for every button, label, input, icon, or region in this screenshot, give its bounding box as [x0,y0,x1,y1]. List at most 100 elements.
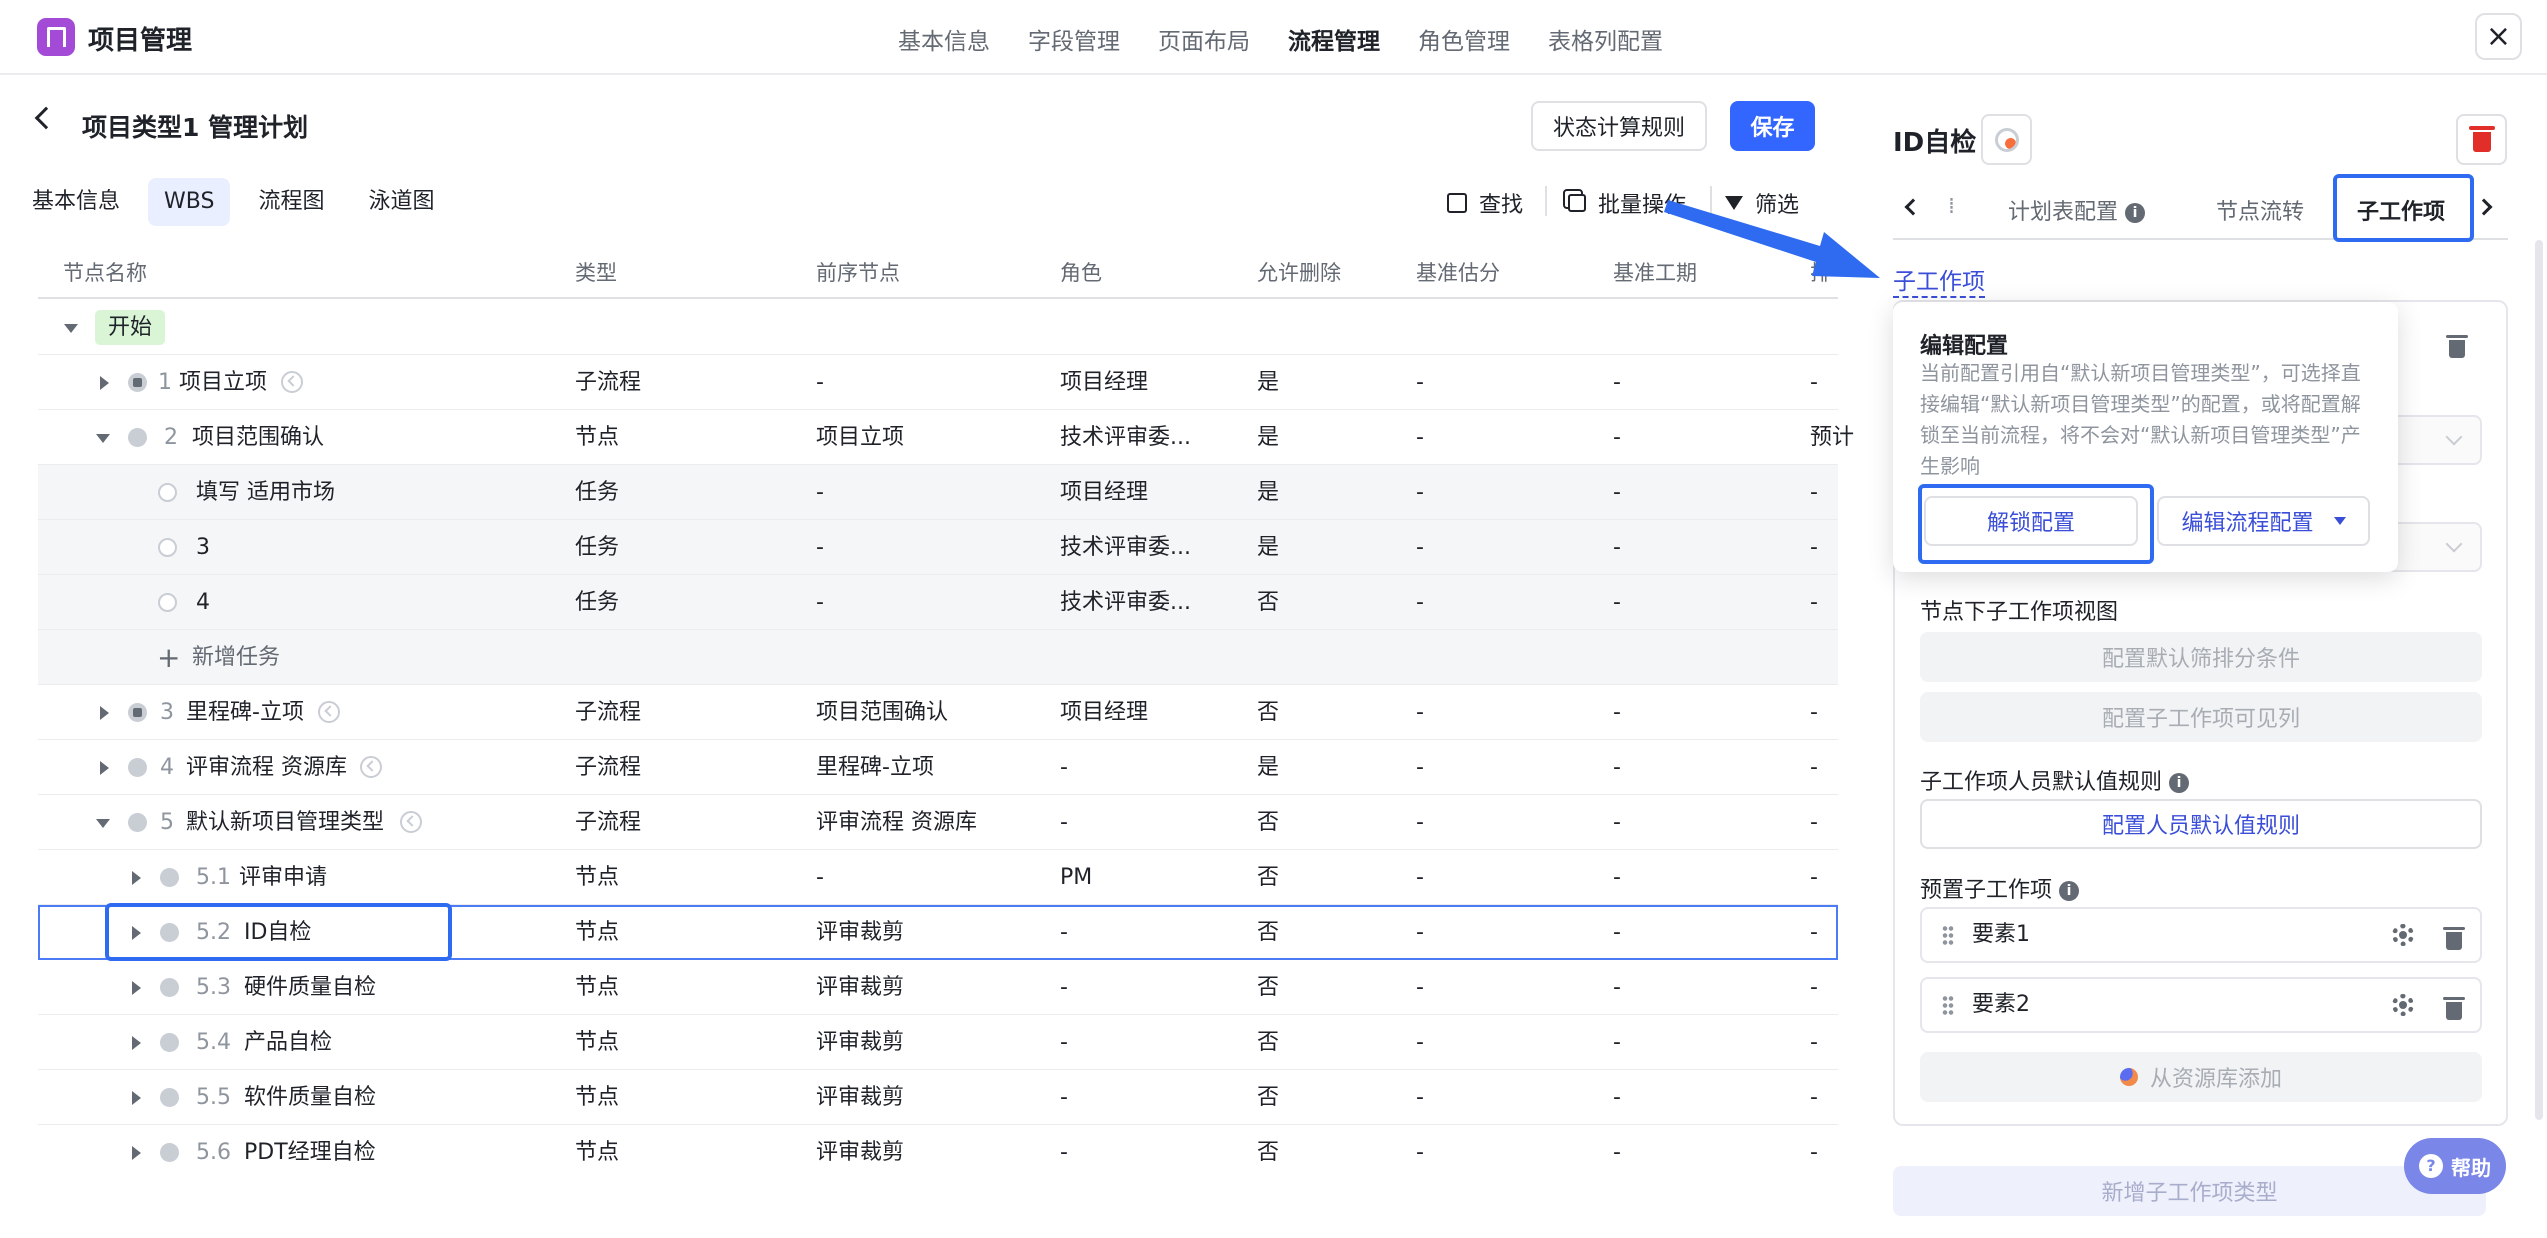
expand-caret-icon[interactable] [132,1146,141,1160]
column-node-name[interactable]: 节点名称 [63,247,147,299]
tab-swimlane[interactable]: 泳道图 [352,178,450,226]
expand-caret-icon[interactable] [100,376,109,390]
table-row-start[interactable]: 开始 [38,300,1838,355]
preset-item-label: 要素2 [1972,992,2030,1017]
table-row[interactable]: 1 项目立项 子流程 - 项目经理 是 - - - [38,355,1838,410]
cell-duration: - [1613,1140,1621,1165]
node-name[interactable]: 项目范围确认 [192,410,324,465]
node-name[interactable]: 评审申请 [239,850,327,905]
table-row[interactable]: 2 项目范围确认 节点 项目立项 技术评审委... 是 - - 预计 [38,410,1854,465]
expand-caret-icon[interactable] [100,706,109,720]
node-name[interactable]: 产品自检 [244,1015,332,1070]
node-name[interactable]: 评审流程 资源库 [186,740,347,795]
trash-icon[interactable] [2443,997,2465,1020]
node-name[interactable]: 默认新项目管理类型 [186,795,384,850]
tabs-next-icon[interactable] [2475,198,2493,216]
collapse-caret-icon[interactable] [64,324,78,333]
table-row[interactable]: 4 评审流程 资源库 子流程 里程碑-立项 - 是 - - - [38,740,1838,795]
tab-wbs[interactable]: WBS [148,178,231,226]
save-button[interactable]: 保存 [1730,101,1815,151]
batch-button[interactable]: 批量操作 [1568,187,1686,219]
edit-flow-config-button[interactable]: 编辑流程配置 [2157,496,2370,546]
cell-type: 任务 [575,590,620,615]
column-type[interactable]: 类型 [575,247,617,299]
new-sub-item-type-button[interactable]: 新增子工作项类型 [1893,1166,2486,1216]
node-name[interactable]: 里程碑-立项 [186,685,304,740]
table-row[interactable]: 5.4 产品自检 节点 评审裁剪 - 否 - - - [38,1015,1838,1070]
task-name[interactable]: 4 [196,575,210,630]
tab-flowchart[interactable]: 流程图 [242,178,340,226]
topnav-basic-info[interactable]: 基本信息 [898,22,990,56]
help-icon: ? [2419,1154,2443,1178]
node-name[interactable]: PDT经理自检 [244,1125,376,1180]
expand-caret-icon[interactable] [132,981,141,995]
tabs-prev-icon[interactable] [1904,198,1922,216]
topnav-flow-management[interactable]: 流程管理 [1288,22,1380,56]
config-columns-button[interactable]: 配置子工作项可见列 [1920,692,2482,742]
table-row-task[interactable]: 4 任务 - 技术评审委... 否 - - - [38,575,1838,630]
status-rule-button[interactable]: 状态计算规则 [1531,101,1707,151]
column-role[interactable]: 角色 [1060,247,1102,299]
expand-caret-icon[interactable] [132,1036,141,1050]
column-prev-node[interactable]: 前序节点 [816,247,900,299]
task-checkbox-icon[interactable] [158,593,177,612]
topnav-table-columns[interactable]: 表格列配置 [1548,22,1663,56]
column-extra[interactable]: 排 [1810,247,1831,299]
task-name[interactable]: 3 [196,520,210,575]
topnav-page-layout[interactable]: 页面布局 [1158,22,1250,56]
table-row[interactable]: 3 里程碑-立项 子流程 项目范围确认 项目经理 否 - - - [38,685,1838,740]
gear-icon[interactable] [2392,924,2414,946]
topnav-role-management[interactable]: 角色管理 [1418,22,1510,56]
column-base-duration[interactable]: 基准工期 [1613,247,1697,299]
node-name[interactable]: 软件质量自检 [244,1070,376,1125]
config-sort-button[interactable]: 配置默认筛排分条件 [1920,632,2482,682]
expand-caret-icon[interactable] [132,1091,141,1105]
trash-icon[interactable] [2443,927,2465,950]
expand-caret-icon[interactable] [132,871,141,885]
task-checkbox-icon[interactable] [158,483,177,502]
topnav-field-management[interactable]: 字段管理 [1028,22,1120,56]
find-button[interactable]: 查找 [1447,187,1523,219]
node-icon-button[interactable] [1981,114,2032,165]
tab-plan-config[interactable]: 计划表配置 i [2008,194,2146,226]
table-row[interactable]: 5 默认新项目管理类型 子流程 评审流程 资源库 - 否 - - - [38,795,1838,850]
task-name[interactable]: 填写 适用市场 [196,465,335,520]
preset-item[interactable]: 要素1 [1920,907,2482,963]
config-default-rule-button[interactable]: 配置人员默认值规则 [1920,799,2482,849]
node-name[interactable]: 项目立项 [179,355,267,410]
cell-estimate: - [1416,1030,1424,1055]
card-delete-button[interactable] [2446,335,2468,358]
table-row-task[interactable]: 3 任务 - 技术评审委... 是 - - - [38,520,1838,575]
column-base-estimate[interactable]: 基准估分 [1416,247,1500,299]
tab-basic-info[interactable]: 基本信息 [16,178,136,226]
add-task-row[interactable]: + 新增任务 [38,630,1838,685]
highlight-box-id-check [105,903,452,961]
column-allow-delete[interactable]: 允许删除 [1257,247,1341,299]
collapse-caret-icon[interactable] [96,819,110,828]
filter-button[interactable]: 筛选 [1725,187,1799,219]
table-row[interactable]: 5.6 PDT经理自检 节点 评审裁剪 - 否 - - - [38,1125,1838,1180]
table-row[interactable]: 5.1 评审申请 节点 - PM 否 - - - [38,850,1838,905]
preset-item[interactable]: 要素2 [1920,977,2482,1033]
close-icon: × [2485,19,2512,54]
back-arrow-icon[interactable] [34,106,58,130]
section-link-sub-items[interactable]: 子工作项 [1893,262,1985,298]
close-button[interactable]: × [2475,13,2522,60]
drag-handle-icon[interactable] [1942,995,1954,1017]
add-from-library-button[interactable]: 从资源库添加 [1920,1052,2482,1102]
table-row[interactable]: 5.3 硬件质量自检 节点 评审裁剪 - 否 - - - [38,960,1838,1015]
node-name[interactable]: 硬件质量自检 [244,960,376,1015]
table-row-task[interactable]: 填写 适用市场 任务 - 项目经理 是 - - - [38,465,1838,520]
expand-caret-icon[interactable] [100,761,109,775]
table-row[interactable]: 5.5 软件质量自检 节点 评审裁剪 - 否 - - - [38,1070,1838,1125]
drag-handle-icon[interactable] [1942,925,1954,947]
help-button[interactable]: ? 帮助 [2404,1138,2506,1194]
task-checkbox-icon[interactable] [158,538,177,557]
add-task-button[interactable]: 新增任务 [192,630,280,685]
gear-icon[interactable] [2392,994,2414,1016]
tab-node-flow[interactable]: 节点流转 [2216,194,2304,226]
panel-scrollbar[interactable] [2535,240,2543,1120]
cell-extra: - [1810,1030,1818,1055]
collapse-caret-icon[interactable] [96,434,110,443]
delete-node-button[interactable] [2456,114,2507,165]
